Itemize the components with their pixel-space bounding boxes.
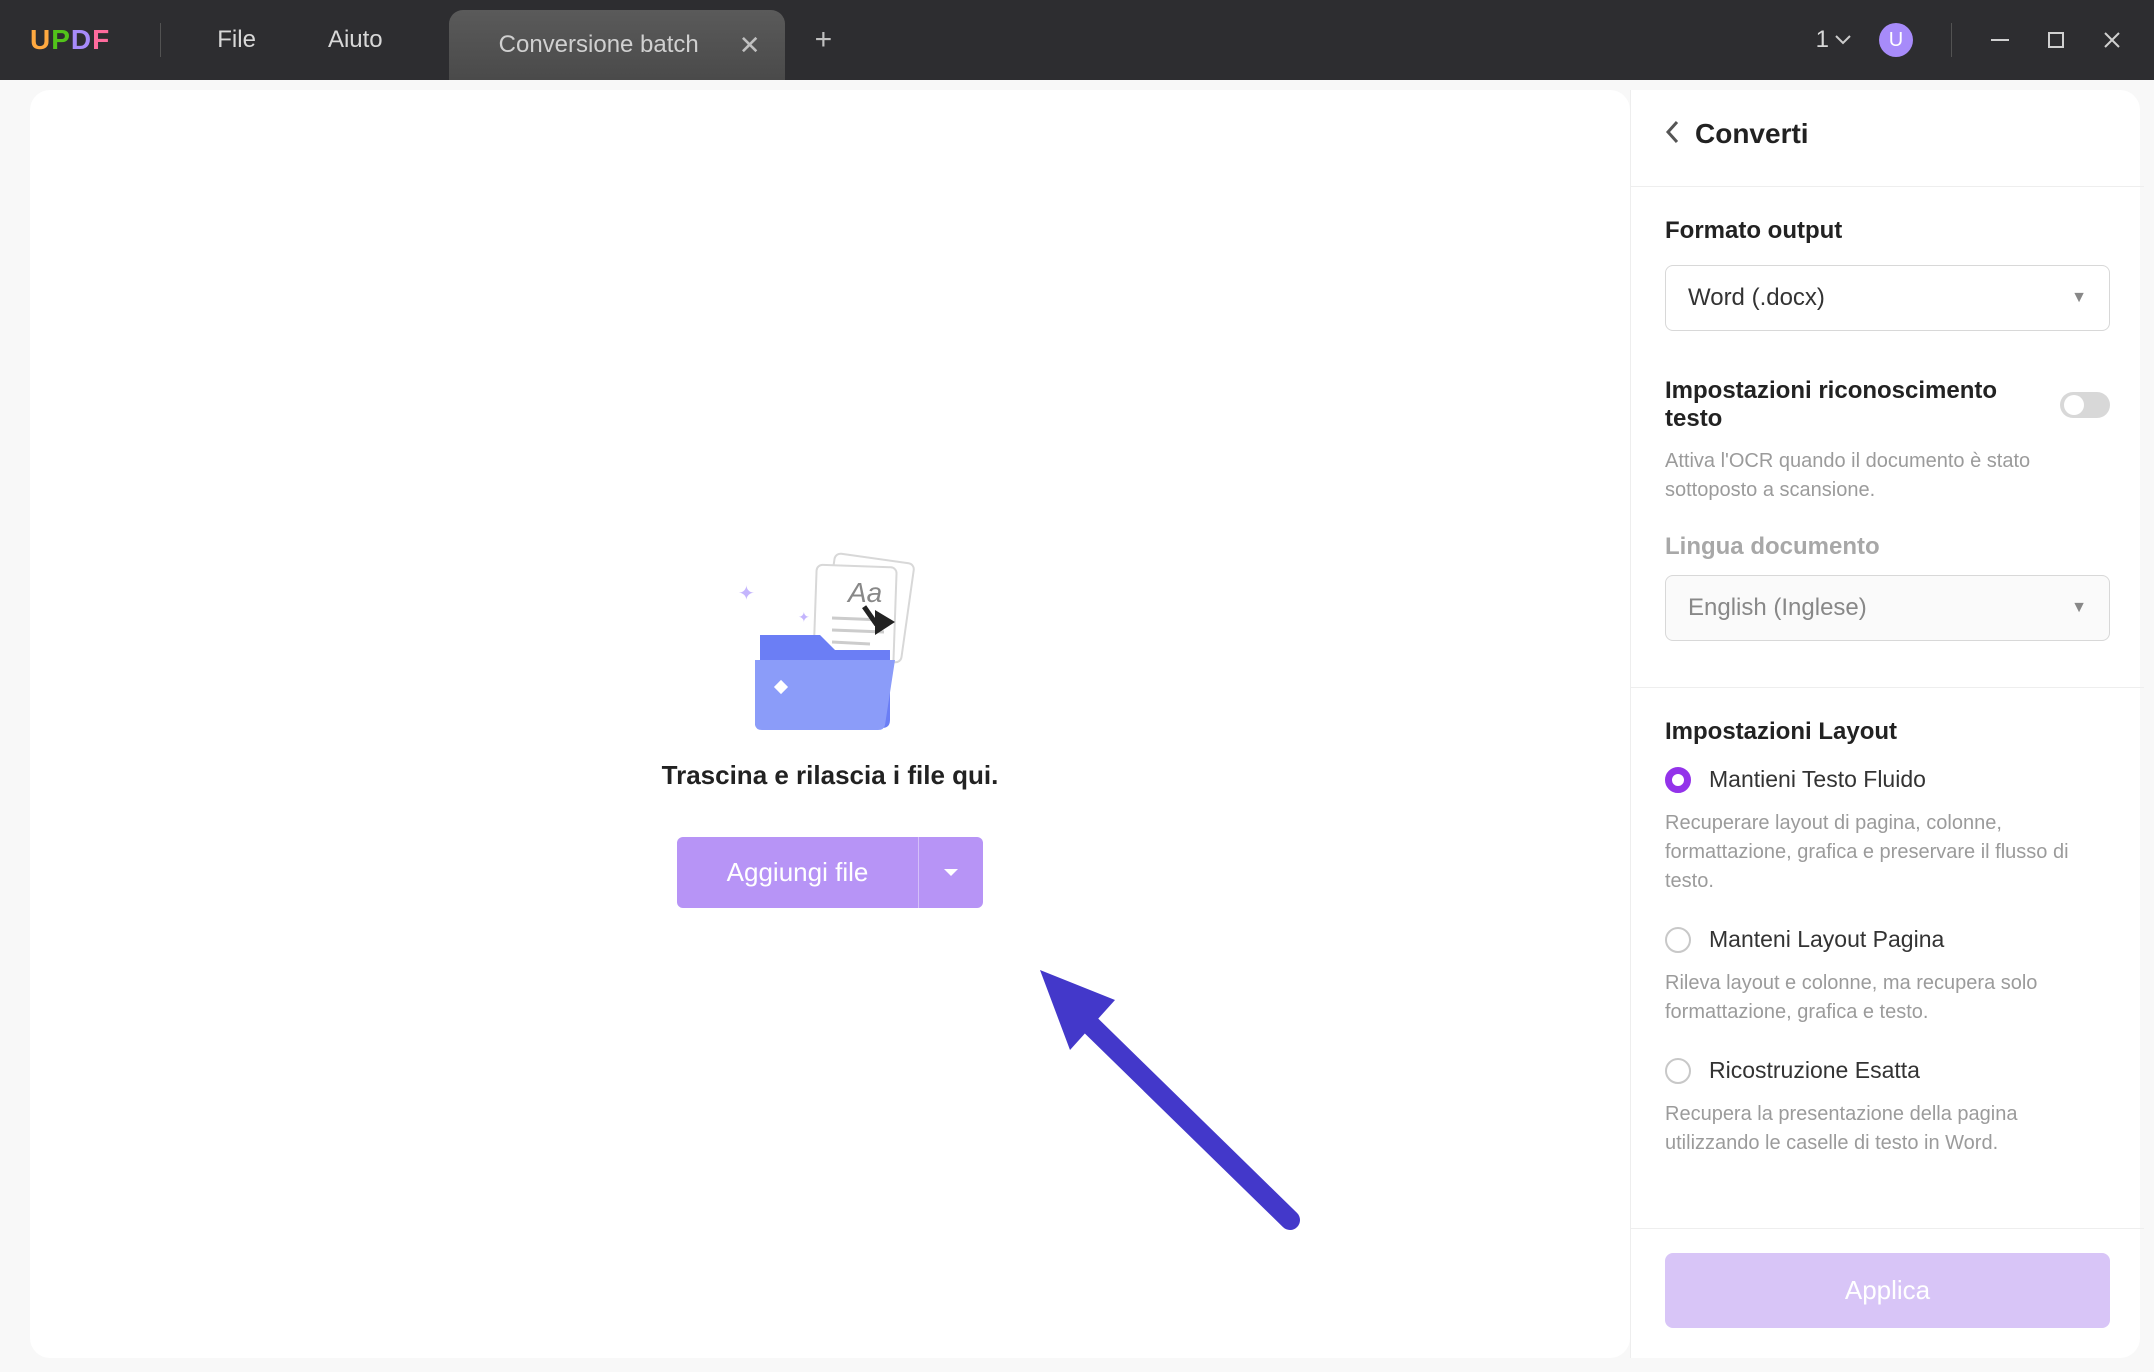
drop-instruction: Trascina e rilascia i file qui. bbox=[662, 760, 999, 791]
caret-down-icon: ▼ bbox=[2071, 289, 2087, 307]
layout-option-desc: Rileva layout e colonne, ma recupera sol… bbox=[1665, 969, 2110, 1027]
svg-text:✦: ✦ bbox=[798, 609, 810, 625]
layout-option-desc: Recuperare layout di pagina, colonne, fo… bbox=[1665, 809, 2110, 896]
layout-settings-label: Impostazioni Layout bbox=[1665, 718, 2110, 746]
new-tab-button[interactable]: + bbox=[815, 23, 833, 57]
add-file-dropdown[interactable] bbox=[918, 837, 983, 908]
close-window-button[interactable] bbox=[2084, 20, 2140, 60]
back-button[interactable] bbox=[1665, 120, 1679, 149]
avatar[interactable]: U bbox=[1879, 23, 1913, 57]
document-language-value: English (Inglese) bbox=[1688, 594, 1867, 622]
chevron-left-icon bbox=[1665, 120, 1679, 144]
caret-down-icon: ▼ bbox=[2071, 599, 2087, 617]
radio-icon bbox=[1665, 927, 1691, 953]
document-language-select[interactable]: English (Inglese) ▼ bbox=[1665, 575, 2110, 641]
svg-text:Aa: Aa bbox=[846, 577, 882, 608]
output-format-value: Word (.docx) bbox=[1688, 284, 1825, 312]
app-logo: UPDF bbox=[0, 24, 140, 56]
layout-option-desc: Recupera la presentazione della pagina u… bbox=[1665, 1100, 2110, 1158]
layout-option-exact[interactable]: Ricostruzione Esatta bbox=[1665, 1057, 2110, 1084]
close-icon[interactable]: ✕ bbox=[739, 30, 761, 61]
menu-help[interactable]: Aiuto bbox=[292, 26, 419, 54]
menu-file[interactable]: File bbox=[181, 26, 292, 54]
window-count-dropdown[interactable]: 1 bbox=[1806, 26, 1861, 54]
ocr-description: Attiva l'OCR quando il documento è stato… bbox=[1665, 447, 2110, 505]
output-format-select[interactable]: Word (.docx) ▼ bbox=[1665, 265, 2110, 331]
add-file-label: Aggiungi file bbox=[677, 837, 919, 908]
radio-icon bbox=[1665, 1058, 1691, 1084]
apply-button[interactable]: Applica bbox=[1665, 1253, 2110, 1328]
maximize-icon bbox=[2048, 32, 2064, 48]
tab-batch-conversion[interactable]: Conversione batch ✕ bbox=[449, 10, 785, 80]
arrow-annotation bbox=[1020, 950, 1320, 1250]
radio-icon bbox=[1665, 767, 1691, 793]
divider bbox=[1631, 687, 2144, 688]
add-file-button[interactable]: Aggiungi file bbox=[677, 837, 984, 908]
document-language-label: Lingua documento bbox=[1665, 533, 2110, 561]
radio-label: Mantieni Testo Fluido bbox=[1709, 766, 1926, 793]
divider bbox=[160, 23, 161, 57]
caret-down-icon bbox=[943, 868, 959, 878]
ocr-toggle[interactable] bbox=[2060, 392, 2110, 418]
ocr-settings-label: Impostazioni riconoscimento testo bbox=[1665, 377, 2060, 433]
chevron-down-icon bbox=[1835, 35, 1851, 45]
layout-option-page[interactable]: Manteni Layout Pagina bbox=[1665, 926, 2110, 953]
titlebar: UPDF File Aiuto Conversione batch ✕ + 1 … bbox=[0, 0, 2154, 80]
minimize-icon bbox=[1991, 39, 2009, 41]
divider bbox=[1631, 1228, 2144, 1229]
drop-zone[interactable]: Aa ✦ ✦ Trascina e rilascia i file qui. A… bbox=[30, 90, 1630, 1358]
panel-title: Converti bbox=[1695, 118, 1809, 150]
maximize-button[interactable] bbox=[2028, 20, 2084, 60]
layout-option-flowing[interactable]: Mantieni Testo Fluido bbox=[1665, 766, 2110, 793]
convert-panel: Converti Formato output Word (.docx) ▼ I… bbox=[1630, 90, 2140, 1358]
close-icon bbox=[2103, 31, 2121, 49]
output-format-label: Formato output bbox=[1665, 217, 2110, 245]
folder-illustration: Aa ✦ ✦ bbox=[720, 540, 940, 730]
divider bbox=[1631, 186, 2144, 187]
minimize-button[interactable] bbox=[1972, 20, 2028, 60]
radio-label: Manteni Layout Pagina bbox=[1709, 926, 1944, 953]
svg-text:✦: ✦ bbox=[738, 583, 755, 605]
tab-title: Conversione batch bbox=[499, 31, 699, 59]
radio-label: Ricostruzione Esatta bbox=[1709, 1057, 1920, 1084]
divider bbox=[1951, 23, 1952, 57]
